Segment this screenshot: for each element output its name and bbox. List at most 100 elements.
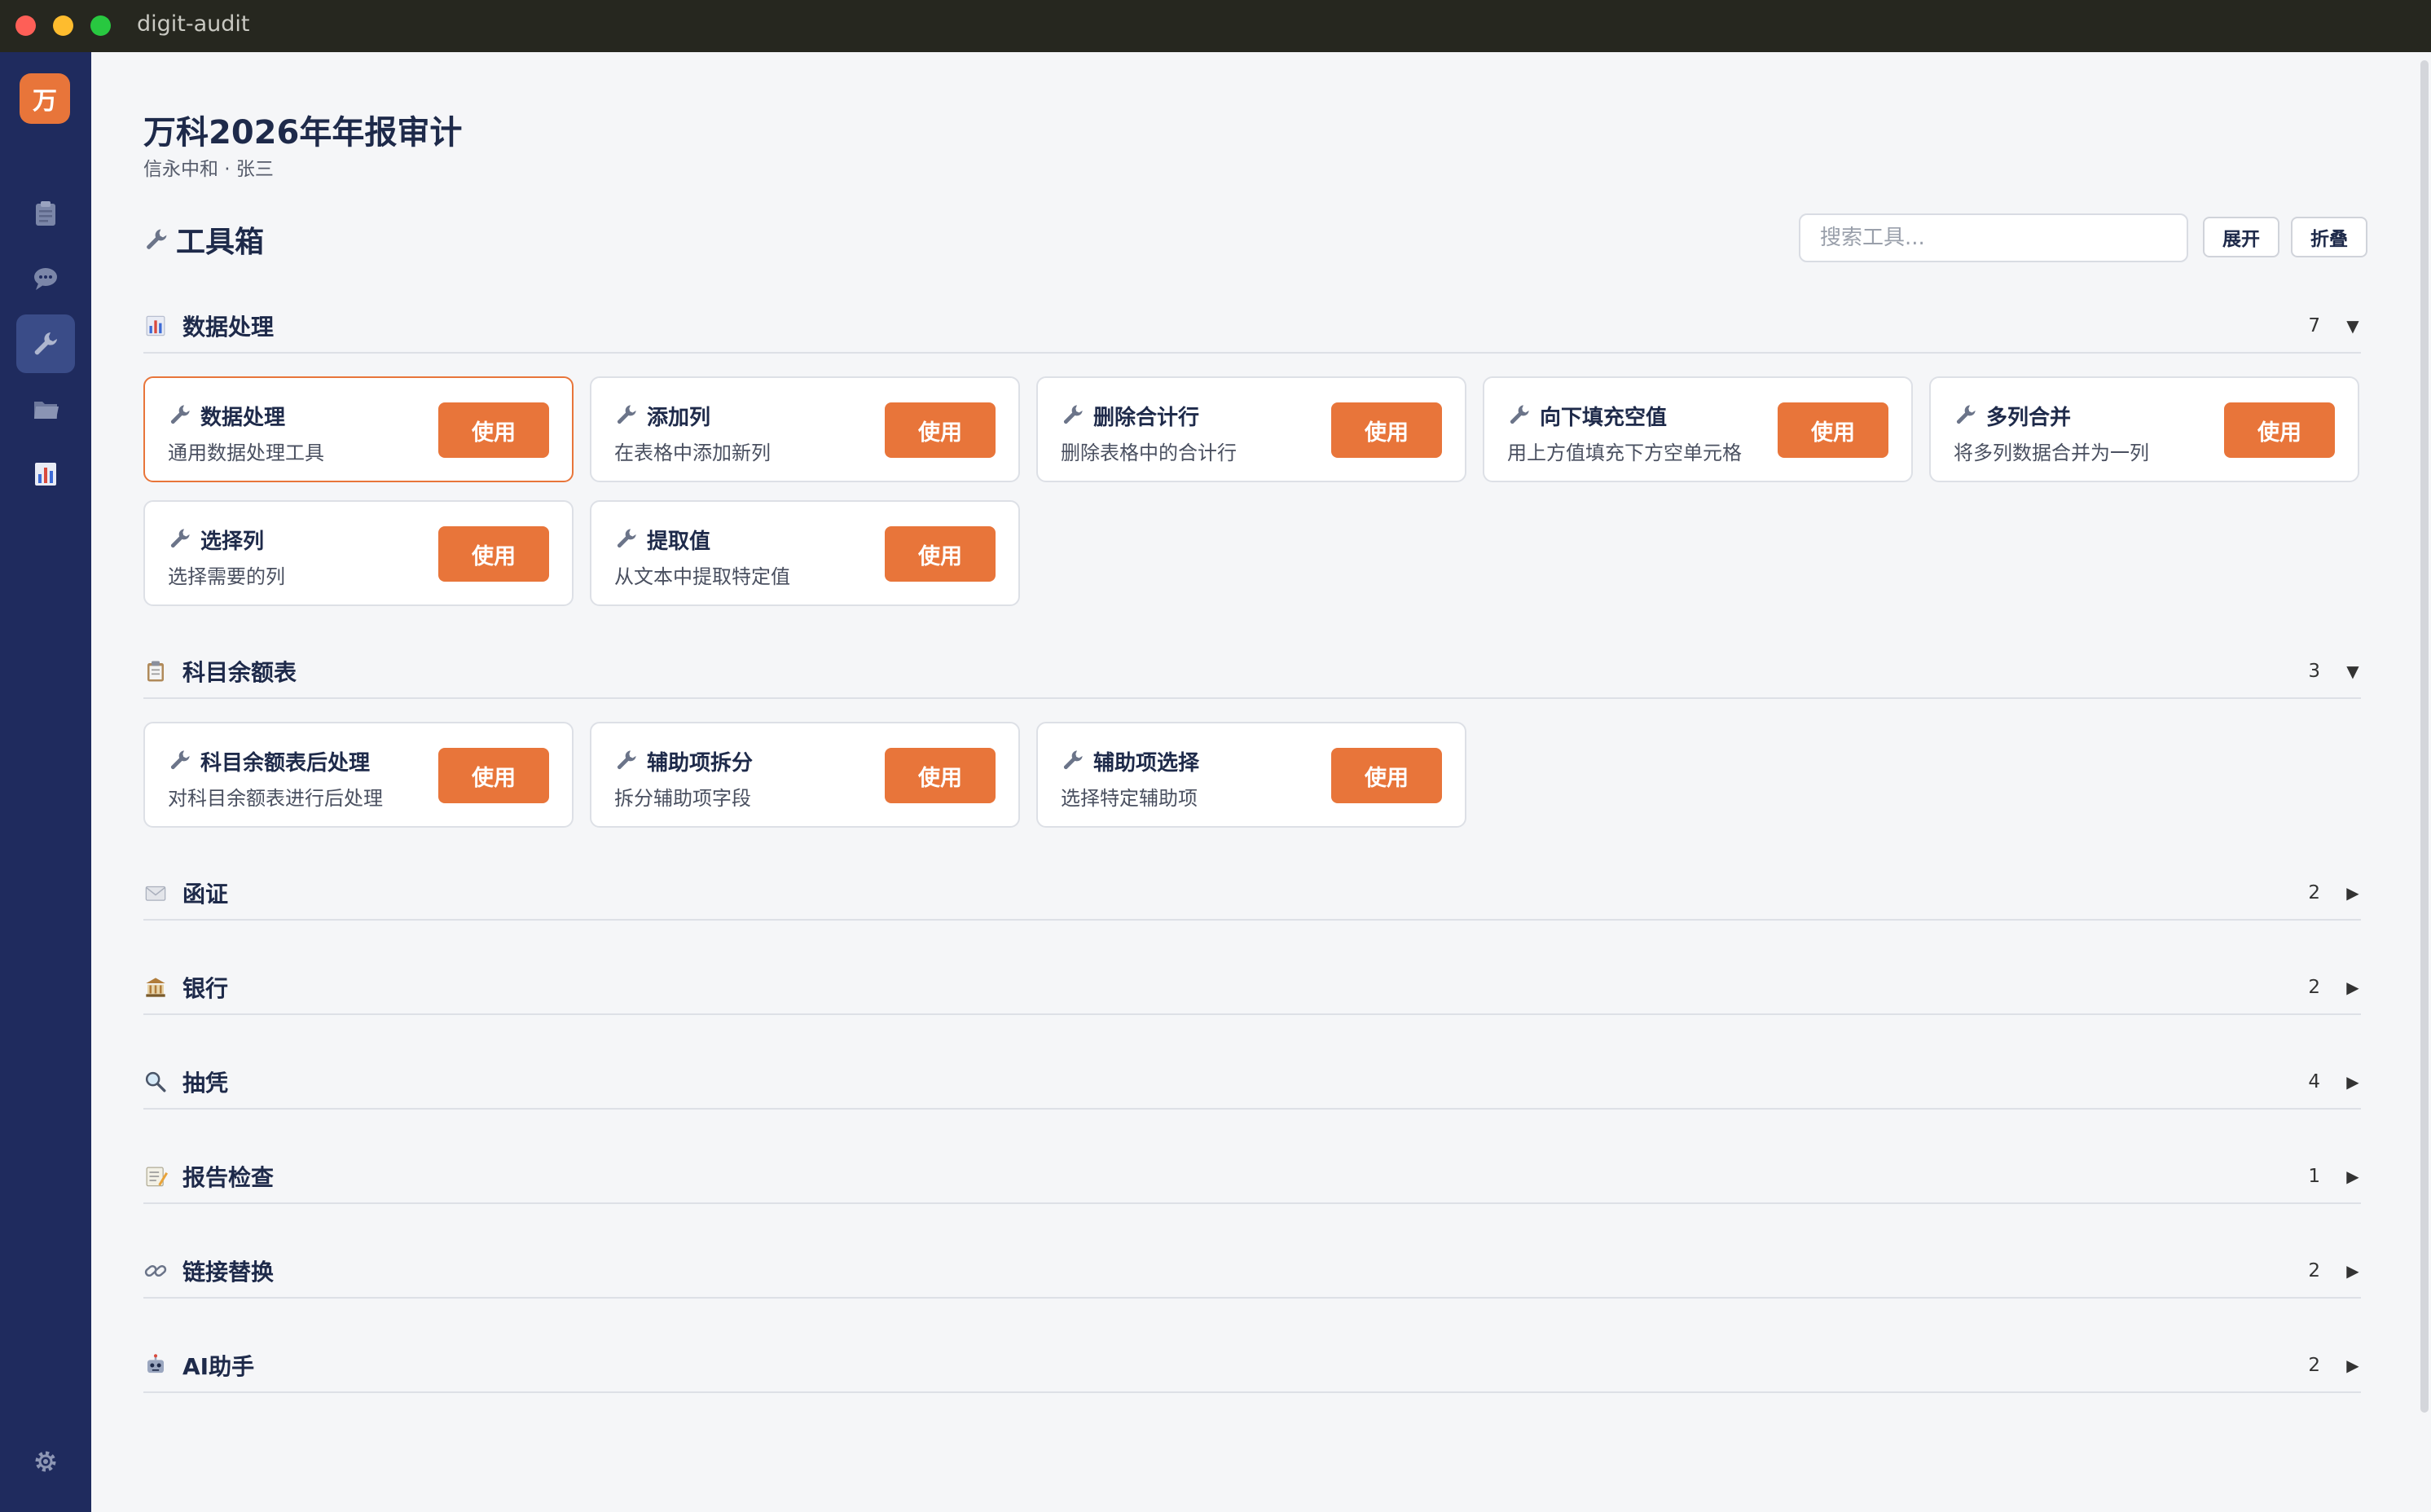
clipboard-icon (147, 661, 164, 682)
section-header[interactable]: 报告检查 1 ▶ (143, 1160, 2361, 1193)
section-header[interactable]: 银行 2 ▶ (143, 971, 2361, 1004)
section-icon-wrap (143, 659, 168, 683)
section-count: 2 (2308, 882, 2320, 903)
section-count: 7 (2308, 315, 2320, 336)
clipboard-icon (36, 201, 55, 226)
section-count: 3 (2308, 661, 2320, 682)
section-header[interactable]: 数据处理 7 ▼ (143, 310, 2361, 342)
chevron-right-icon[interactable]: ▶ (2345, 1356, 2361, 1375)
chevron-down-icon[interactable]: ▼ (2345, 316, 2361, 336)
use-tool-button[interactable]: 使用 (438, 526, 549, 582)
section-icon-wrap (143, 1070, 168, 1094)
section-icon-wrap (143, 881, 168, 905)
envelope-icon (145, 886, 166, 901)
tool-card: 数据处理 通用数据处理工具 使用 (143, 376, 574, 482)
toolbox-title: 工具箱 (176, 226, 265, 259)
use-tool-button[interactable]: 使用 (438, 402, 549, 458)
chevron-down-icon[interactable]: ▼ (2345, 662, 2361, 681)
tool-description: 将多列数据合并为一列 (1954, 442, 2149, 464)
chevron-right-icon[interactable]: ▶ (2345, 978, 2361, 997)
section-icon-wrap (143, 975, 168, 1000)
tool-card: 科目余额表后处理对科目余额表进行后处理 使用 (143, 722, 574, 828)
magnifier-icon (145, 1071, 166, 1092)
wrench-icon (170, 405, 190, 424)
section-count: 2 (2308, 977, 2320, 998)
tool-card: 提取值 从文本中提取特定值 使用 (590, 500, 1020, 606)
section-divider (143, 1108, 2361, 1110)
use-tool-button[interactable]: 使用 (1331, 402, 1442, 458)
use-tool-button[interactable]: 使用 (438, 748, 549, 803)
section-title: 数据处理 (182, 314, 275, 341)
tool-card: 选择列 选择需要的列 使用 (143, 500, 574, 606)
minimize-window-button[interactable] (53, 15, 73, 36)
wrench-icon (170, 529, 190, 548)
tool-name: 辅助项拆分 (647, 751, 754, 776)
tool-card: 辅助项拆分拆分辅助项字段 使用 (590, 722, 1020, 828)
maximize-window-button[interactable] (90, 15, 111, 36)
tool-name: 多列合并 (1986, 406, 2072, 430)
memo-icon (146, 1167, 168, 1187)
use-tool-button[interactable]: 使用 (885, 402, 996, 458)
expand-all-button[interactable]: 展开 (2203, 217, 2279, 257)
use-tool-button[interactable]: 使用 (885, 526, 996, 582)
tool-name: 辅助项选择 (1093, 751, 1200, 776)
chevron-right-icon[interactable]: ▶ (2345, 1261, 2361, 1281)
tool-card: 向下填充空值用上方值填充下方空单元格 使用 (1483, 376, 1913, 482)
wrench-icon (147, 229, 167, 249)
sidebar-item-projects[interactable] (16, 184, 75, 243)
use-tool-button[interactable]: 使用 (2224, 402, 2335, 458)
wrench-icon (170, 750, 190, 770)
section-header[interactable]: AI助手 2 ▶ (143, 1349, 2361, 1382)
tool-description: 用上方值填充下方空单元格 (1507, 442, 1742, 464)
wrench-icon (617, 529, 636, 548)
scrollbar-thumb[interactable] (2420, 60, 2429, 1413)
chevron-right-icon[interactable]: ▶ (2345, 883, 2361, 903)
section-divider (143, 1013, 2361, 1015)
use-tool-button[interactable]: 使用 (885, 748, 996, 803)
chevron-right-icon[interactable]: ▶ (2345, 1167, 2361, 1186)
tool-description: 拆分辅助项字段 (614, 787, 751, 810)
robot-icon (147, 1354, 164, 1374)
tool-name: 向下填充空值 (1540, 406, 1668, 430)
section-header[interactable]: 科目余额表 3 ▼ (143, 655, 2361, 688)
sidebar-item-toolbox[interactable] (16, 314, 75, 373)
tool-card: 辅助项选择选择特定辅助项 使用 (1036, 722, 1466, 828)
section-header[interactable]: 函证 2 ▶ (143, 877, 2361, 909)
chevron-right-icon[interactable]: ▶ (2345, 1072, 2361, 1092)
use-tool-button[interactable]: 使用 (1778, 402, 1888, 458)
tool-card: 删除合计行 删除表格中的合计行 使用 (1036, 376, 1466, 482)
brand-avatar[interactable]: 万 (20, 73, 70, 124)
tool-description: 选择特定辅助项 (1061, 787, 1198, 810)
sidebar-item-reports[interactable] (16, 445, 75, 503)
sidebar: 万 (0, 52, 91, 1512)
chat-icon (34, 268, 57, 290)
section-icon-wrap (143, 1164, 168, 1189)
window-titlebar: digit-audit (0, 0, 2431, 52)
section-title: 科目余额表 (182, 659, 297, 686)
tool-name: 删除合计行 (1093, 406, 1200, 430)
tool-card: 多列合并将多列数据合并为一列 使用 (1929, 376, 2359, 482)
section-title: AI助手 (182, 1353, 255, 1380)
sidebar-item-chat[interactable] (16, 249, 75, 308)
tool-description: 在表格中添加新列 (614, 442, 771, 464)
project-title: 万科2026年年报审计 (143, 114, 463, 152)
toolbox-heading: 工具箱 (143, 218, 264, 261)
main-content: 万科2026年年报审计 信永中和 · 张三 工具箱 展开 折叠 数据处理7▼数据… (91, 52, 2431, 1512)
close-window-button[interactable] (15, 15, 36, 36)
section-icon-wrap (143, 1259, 168, 1283)
wrench-icon (34, 332, 57, 355)
collapse-all-button[interactable]: 折叠 (2291, 217, 2367, 257)
tool-description: 对科目余额表进行后处理 (168, 787, 383, 810)
section-header[interactable]: 链接替换 2 ▶ (143, 1255, 2361, 1287)
scrollbar[interactable] (2418, 52, 2431, 1413)
tool-name: 科目余额表后处理 (200, 751, 371, 776)
section-header[interactable]: 抽凭 4 ▶ (143, 1066, 2361, 1098)
section-divider (143, 352, 2361, 354)
tool-description: 选择需要的列 (168, 565, 285, 588)
sidebar-item-files[interactable] (16, 380, 75, 438)
search-tools-input[interactable] (1799, 213, 2188, 262)
bar-chart-icon (146, 315, 165, 336)
section-title: 链接替换 (182, 1259, 275, 1286)
settings-button[interactable] (20, 1435, 72, 1488)
use-tool-button[interactable]: 使用 (1331, 748, 1442, 803)
